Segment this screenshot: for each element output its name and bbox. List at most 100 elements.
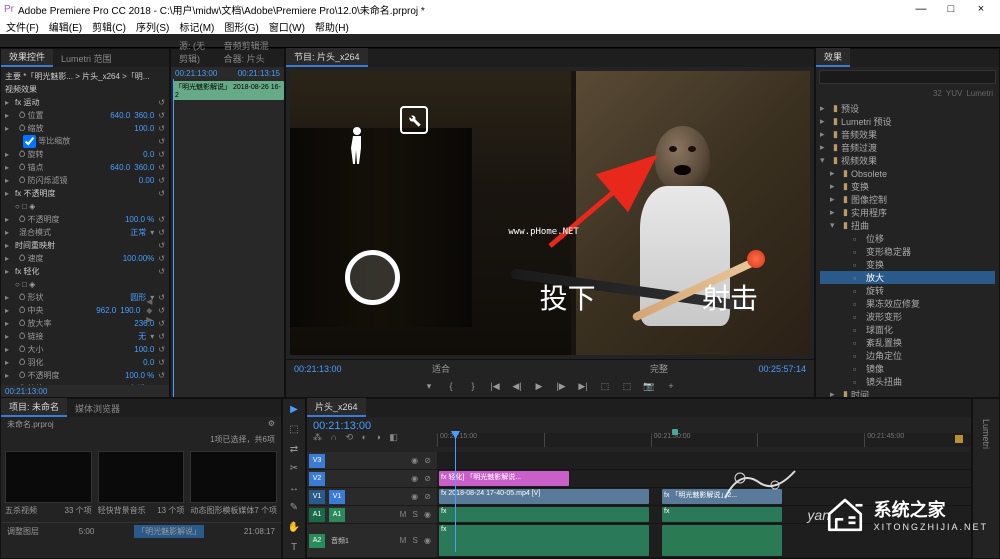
fx-tree-item[interactable]: ▸▮音频效果 [820,128,995,141]
fx-tree-item[interactable]: ▫镜头扭曲 [820,375,995,388]
ec-property-row[interactable]: ▸Ö 中央962.0190.0◀ ◆ ▶↺ [5,304,165,317]
ec-property-row[interactable]: ▸Ö 缩放100.0↺ [5,122,165,135]
fx-tree-item[interactable]: ▸▮图像控制 [820,193,995,206]
fx-tree-item[interactable]: ▫紊乱置换 [820,336,995,349]
minimize-button[interactable]: — [906,3,936,15]
close-button[interactable]: × [966,3,996,15]
menu-window[interactable]: 窗口(W) [269,19,305,34]
prog-tc-left[interactable]: 00:21:13:00 [294,364,432,374]
bin-item-seq[interactable]: 「明光魅影解说」 [134,525,204,538]
step-fwd-button[interactable]: |▶ [553,379,569,393]
tab-media-browser[interactable]: 媒体浏览器 [67,400,128,417]
effects-search-input[interactable] [819,70,996,84]
type-tool[interactable]: T [286,540,302,554]
menu-marker[interactable]: 标记(M) [179,19,214,34]
clip-audio-4[interactable] [662,525,782,556]
step-back-button[interactable]: ◀| [509,379,525,393]
ec-playhead[interactable] [173,79,174,397]
tab-source[interactable]: 源: (无剪辑) [171,37,216,67]
fx-tag-lumetri[interactable]: Lumetri [966,89,993,98]
menu-graphics[interactable]: 图形(G) [224,19,258,34]
lift-button[interactable]: ⬚ [597,379,613,393]
ec-property-row[interactable]: ▸fx 运动↺ [5,96,165,109]
project-bin[interactable]: 五杀视频33 个项 [5,451,92,518]
ec-property-row[interactable]: ▸Ö 锚点640.0360.0↺ [5,161,165,174]
tl-work-area-end[interactable] [955,435,963,443]
ec-property-row[interactable]: ▸Ö 羽化0.0↺ [5,356,165,369]
slip-tool[interactable]: ↔ [286,482,302,496]
keyframe-area[interactable]: 「明光魅影解说」 2018-08-26 16-2 [171,79,284,397]
lumetri-tab[interactable]: Lumetri [981,419,991,449]
clip-adjustment[interactable]: fx 轻化] 「明光魅影解说... [439,471,569,486]
ripple-edit-tool[interactable]: ⇄ [286,442,302,456]
clip-video-1[interactable]: fx 2018-08-24 17-40-05.mp4 [V] [439,489,649,504]
selection-tool[interactable]: ▶ [286,403,302,417]
fx-tree-item[interactable]: ▫旋转 [820,284,995,297]
program-view[interactable]: 投下 射击 www.pHome.NET [290,71,810,355]
ec-timecode[interactable]: 00:21:13:00 [5,387,165,396]
fx-tree-item[interactable]: ▫放大 [820,271,995,284]
ec-property-row[interactable]: ▸Ö 速度100.00%↺ [5,252,165,265]
razor-tool[interactable]: ✂ [286,462,302,476]
menu-edit[interactable]: 编辑(E) [49,19,82,34]
tab-effect-controls[interactable]: 效果控件 [1,48,53,67]
track-head-a2[interactable]: A2音频1M S ◉ [307,524,437,558]
ec-property-row[interactable]: ▸fx 轻化↺ [5,265,165,278]
tl-options[interactable]: ⁂ ∩ ⟲ ◐ ◑ ◧ [313,432,431,443]
ec-property-row[interactable]: ▸Ö 不透明度100.0 %↺ [5,213,165,226]
add-marker-button[interactable]: ▾ [421,379,437,393]
prog-fit[interactable]: 适合 [432,362,450,375]
play-button[interactable]: ▶ [531,379,547,393]
track-head-v1[interactable]: V1V1◉ ⊘ [307,488,437,506]
clip-marker[interactable]: 「明光魅影解说」 2018-08-26 16-2 [173,81,284,100]
fx-tree-item[interactable]: ▫边角定位 [820,349,995,362]
fx-tree-item[interactable]: ▫位移 [820,232,995,245]
fx-tree-item[interactable]: ▫变换 [820,258,995,271]
ec-property-row[interactable]: ▸Ö 大小100.0↺ [5,343,165,356]
fx-tree-item[interactable]: ▾▮视频效果 [820,154,995,167]
maximize-button[interactable]: □ [936,3,966,15]
track-select-tool[interactable]: ⬚ [286,423,302,437]
ec-property-row[interactable]: ▸混合模式正常▾↺ [5,226,165,239]
fx-tree-item[interactable]: ▾▮扭曲 [820,219,995,232]
ec-property-row[interactable]: ○ □ ◈ [5,278,165,291]
fx-tree-item[interactable]: ▫镜像 [820,362,995,375]
tl-marker-green[interactable] [672,429,678,435]
fx-tree-item[interactable]: ▸▮时间 [820,388,995,397]
tab-lumetri-scopes[interactable]: Lumetri 范围 [53,50,120,67]
hand-tool[interactable]: ✋ [286,521,302,535]
menu-sequence[interactable]: 序列(S) [136,19,169,34]
mark-out-button[interactable]: } [465,379,481,393]
project-bin[interactable]: 动态图形模板媒体7 个项 [190,451,277,518]
clip-audio-1[interactable]: fx [439,507,649,522]
fx-tree-item[interactable]: ▸▮预设 [820,102,995,115]
mark-in-button[interactable]: { [443,379,459,393]
menu-help[interactable]: 帮助(H) [315,19,349,34]
track-v2[interactable]: fx 轻化] 「明光魅影解说... [437,470,971,488]
extract-button[interactable]: ⬚ [619,379,635,393]
ec-property-row[interactable]: ▸Ö 旋转0.0↺ [5,148,165,161]
tab-effects[interactable]: 效果 [816,48,850,67]
ec-property-row[interactable]: ▸Ö 防闪烁滤镜0.00↺ [5,174,165,187]
tab-sequence[interactable]: 片头_x264 [307,398,366,417]
fx-tree-item[interactable]: ▫球面化 [820,323,995,336]
fx-tag-32[interactable]: 32 [933,89,942,98]
clip-audio-3[interactable]: fx [439,525,649,556]
fx-tree-item[interactable]: ▫变形稳定器 [820,245,995,258]
clip-audio-2[interactable]: fx [662,507,782,522]
fx-tree-item[interactable]: ▫波形变形 [820,310,995,323]
ec-property-row[interactable]: ▸Ö 不透明度100.0 %↺ [5,369,165,382]
ec-property-row[interactable]: ▸Ö 形状圆形▾↺ [5,291,165,304]
menu-file[interactable]: 文件(F) [6,19,39,34]
track-head-v3[interactable]: V3◉ ⊘ [307,452,437,470]
settings-button[interactable]: + [663,379,679,393]
ec-property-row[interactable]: ○ □ ◈ [5,200,165,213]
ec-property-row[interactable]: ▸fx 不透明度↺ [5,187,165,200]
fx-tree-item[interactable]: ▸▮变换 [820,180,995,193]
fx-tree-item[interactable]: ▫果冻效应修复 [820,297,995,310]
workspace-tabs[interactable] [0,34,1000,48]
ec-property-row[interactable]: ▸Ö 位置640.0360.0↺ [5,109,165,122]
ec-property-row[interactable]: 等比缩放↺ [5,135,165,148]
pen-tool[interactable]: ✎ [286,501,302,515]
fx-tree-item[interactable]: ▸▮Obsolete [820,167,995,180]
